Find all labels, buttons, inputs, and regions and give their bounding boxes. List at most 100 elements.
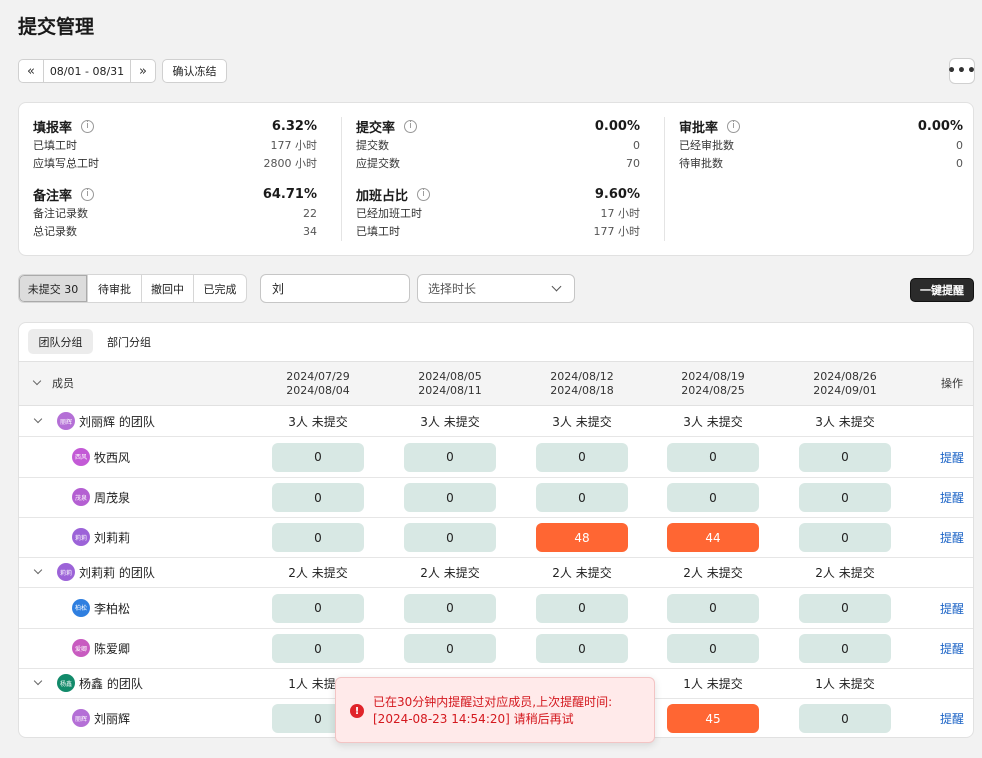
team-name: 杨鑫 的团队 <box>79 677 143 691</box>
week-hours-cell[interactable]: 0 <box>536 442 628 472</box>
team-unsubmitted-count: 2人 未提交 <box>288 566 348 580</box>
stat-note-rate: 备注率 i 64.71% 备注记录数 22 总记录数 34 <box>33 184 317 240</box>
info-icon[interactable]: i <box>727 119 741 133</box>
remind-all-button[interactable]: 一键提醒 <box>910 278 974 302</box>
member-name: 李柏松 <box>94 601 131 616</box>
week-start: 2024/08/12 <box>550 370 614 383</box>
row-divider <box>19 477 973 478</box>
week-hours-cell[interactable]: 0 <box>667 442 759 472</box>
chevron-down-icon <box>551 281 562 292</box>
week-start: 2024/08/26 <box>813 370 877 383</box>
confirm-freeze-button[interactable]: 确认冻结 <box>162 59 227 83</box>
stat-value: 0.00% <box>917 118 963 134</box>
stat-title: 审批率 <box>679 120 719 136</box>
team-unsubmitted-count: 3人 未提交 <box>288 415 348 429</box>
week-hours-cell[interactable]: 0 <box>667 634 759 663</box>
week-hours-cell[interactable]: 48 <box>536 523 628 552</box>
member-name: 牧西风 <box>94 450 131 465</box>
tab-withdrawing[interactable]: 撤回中 <box>141 275 193 302</box>
stat-label: 已经审批数 <box>679 139 734 152</box>
week-hours-cell[interactable]: 0 <box>272 593 364 623</box>
duration-select-placeholder: 选择时长 <box>428 282 477 296</box>
member-name: 刘莉莉 <box>94 531 131 545</box>
avatar: 丽辉 <box>72 709 90 727</box>
member-name: 陈爱卿 <box>94 642 131 656</box>
row-divider <box>19 628 973 629</box>
remind-link[interactable]: 提醒 <box>940 449 964 466</box>
week-hours-cell[interactable]: 0 <box>536 593 628 623</box>
stat-title: 提交率 <box>356 120 396 136</box>
member-search-input[interactable]: 刘 <box>260 274 410 303</box>
next-period-icon[interactable]: » <box>131 60 155 82</box>
tab-unsubmitted[interactable]: 未提交 30 <box>19 275 87 302</box>
tab-department-group[interactable]: 部门分组 <box>98 329 160 354</box>
remind-link[interactable]: 提醒 <box>940 710 964 727</box>
more-options-icon[interactable]: ••• <box>947 58 976 84</box>
stat-label: 已经加班工时 <box>356 207 422 220</box>
stat-value: 6.32% <box>271 118 317 134</box>
info-icon[interactable]: i <box>81 187 95 201</box>
team-unsubmitted-count: 3人 未提交 <box>420 415 480 429</box>
stat-title: 备注率 <box>33 188 73 204</box>
week-hours-cell[interactable]: 0 <box>404 523 496 552</box>
stat-label: 已填工时 <box>356 225 400 238</box>
week-hours-cell[interactable]: 0 <box>404 483 496 512</box>
date-range-picker[interactable]: 08/01 - 08/31 <box>43 60 131 82</box>
week-hours-cell[interactable]: 0 <box>799 634 891 663</box>
week-hours-cell[interactable]: 0 <box>799 593 891 623</box>
stat-label: 应填写总工时 <box>33 157 99 170</box>
stat-number: 177 小时 <box>593 225 641 238</box>
prev-period-icon[interactable]: « <box>19 60 43 82</box>
team-unsubmitted-count: 3人 未提交 <box>683 415 743 429</box>
stats-card: 填报率 i 6.32% 已填工时 177 小时 应填写总工时 2800 小时 提交率 i 0… <box>18 102 974 256</box>
week-hours-cell[interactable]: 0 <box>272 634 364 663</box>
week-hours-cell[interactable]: 0 <box>272 523 364 552</box>
tab-completed[interactable]: 已完成 <box>193 275 246 302</box>
week-hours-cell[interactable]: 0 <box>799 704 891 733</box>
page-title: 提交管理 <box>18 16 95 38</box>
info-icon[interactable]: i <box>404 119 418 133</box>
week-hours-cell[interactable]: 44 <box>667 523 759 552</box>
week-end: 2024/09/01 <box>813 384 877 397</box>
action-column-header: 操作 <box>941 377 963 390</box>
remind-link[interactable]: 提醒 <box>940 640 964 657</box>
remind-link[interactable]: 提醒 <box>940 529 964 546</box>
week-hours-cell[interactable]: 0 <box>404 593 496 623</box>
team-unsubmitted-count: 1人 未提交 <box>815 677 875 691</box>
week-hours-cell[interactable]: 0 <box>536 483 628 512</box>
status-tabs: 未提交 30 待审批 撤回中 已完成 <box>18 274 247 303</box>
duration-select[interactable]: 选择时长 <box>417 274 575 303</box>
week-hours-cell[interactable]: 0 <box>667 593 759 623</box>
week-column-header: 2024/08/26 2024/09/01 <box>779 370 911 398</box>
week-hours-cell[interactable]: 45 <box>667 704 759 733</box>
week-hours-cell[interactable]: 0 <box>272 442 364 472</box>
collapse-all-icon[interactable] <box>32 376 42 386</box>
stat-number: 177 小时 <box>270 139 318 152</box>
stat-approval-rate: 审批率 i 0.00% 已经审批数 0 待审批数 0 <box>679 116 963 172</box>
week-hours-cell[interactable]: 0 <box>799 442 891 472</box>
week-hours-cell[interactable]: 0 <box>404 442 496 472</box>
stat-number: 22 <box>303 206 317 220</box>
remind-link[interactable]: 提醒 <box>940 489 964 506</box>
stat-number: 0 <box>956 138 963 152</box>
tab-team-group[interactable]: 团队分组 <box>28 329 93 354</box>
week-hours-cell[interactable]: 0 <box>404 634 496 663</box>
info-icon[interactable]: i <box>417 187 431 201</box>
stat-number: 2800 小时 <box>263 157 318 170</box>
week-hours-cell[interactable]: 0 <box>799 523 891 552</box>
week-end: 2024/08/18 <box>550 384 614 397</box>
info-icon[interactable]: i <box>81 119 95 133</box>
team-unsubmitted-count: 2人 未提交 <box>815 566 875 580</box>
stat-number: 70 <box>626 156 640 170</box>
week-hours-cell[interactable]: 0 <box>799 483 891 512</box>
row-divider <box>19 668 973 669</box>
remind-link[interactable]: 提醒 <box>940 600 964 617</box>
avatar: 柏松 <box>72 598 90 617</box>
week-column-header: 2024/08/12 2024/08/18 <box>516 370 648 398</box>
stat-title: 填报率 <box>33 120 73 136</box>
tab-pending-approval[interactable]: 待审批 <box>87 275 141 302</box>
week-hours-cell[interactable]: 0 <box>536 634 628 663</box>
week-hours-cell[interactable]: 0 <box>272 483 364 512</box>
week-hours-cell[interactable]: 0 <box>667 483 759 512</box>
week-end: 2024/08/04 <box>286 384 350 397</box>
